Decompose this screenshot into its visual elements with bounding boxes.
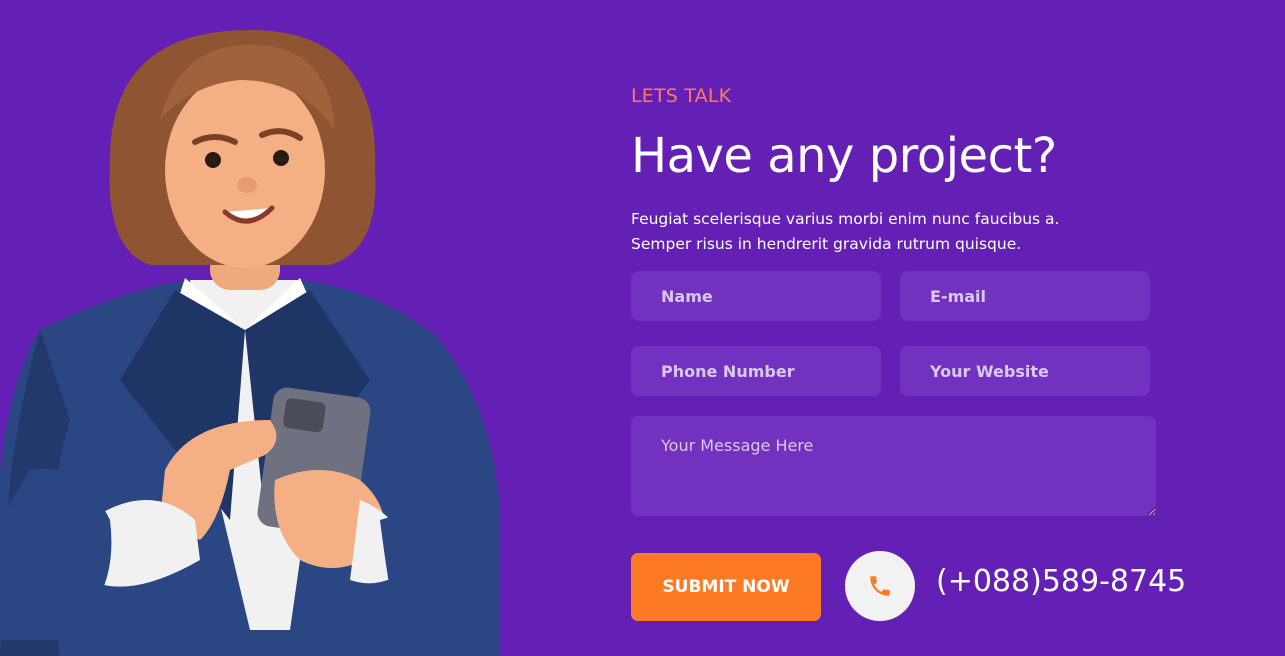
phone-number-field[interactable] [631, 346, 881, 396]
section-title: Have any project? [631, 128, 1057, 184]
email-field[interactable] [900, 271, 1150, 321]
phone-icon-circle[interactable] [845, 551, 915, 621]
phone-icon [870, 576, 890, 596]
submit-button[interactable]: SUBMIT NOW [631, 553, 821, 621]
website-field[interactable] [900, 346, 1150, 396]
woman-with-phone-illustration [0, 0, 510, 656]
name-field[interactable] [631, 271, 881, 321]
section-description: Feugiat scelerisque varius morbi enim nu… [631, 207, 1101, 257]
description-line-1: Feugiat scelerisque varius morbi enim nu… [631, 210, 1060, 228]
phone-number-text: (+088)589-8745 [936, 564, 1187, 599]
contact-section: LETS TALK Have any project? Feugiat scel… [631, 0, 1231, 656]
section-eyebrow: LETS TALK [631, 85, 732, 107]
description-line-2: Semper risus in hendrerit gravida rutrum… [631, 235, 1022, 253]
message-field[interactable] [631, 416, 1156, 516]
